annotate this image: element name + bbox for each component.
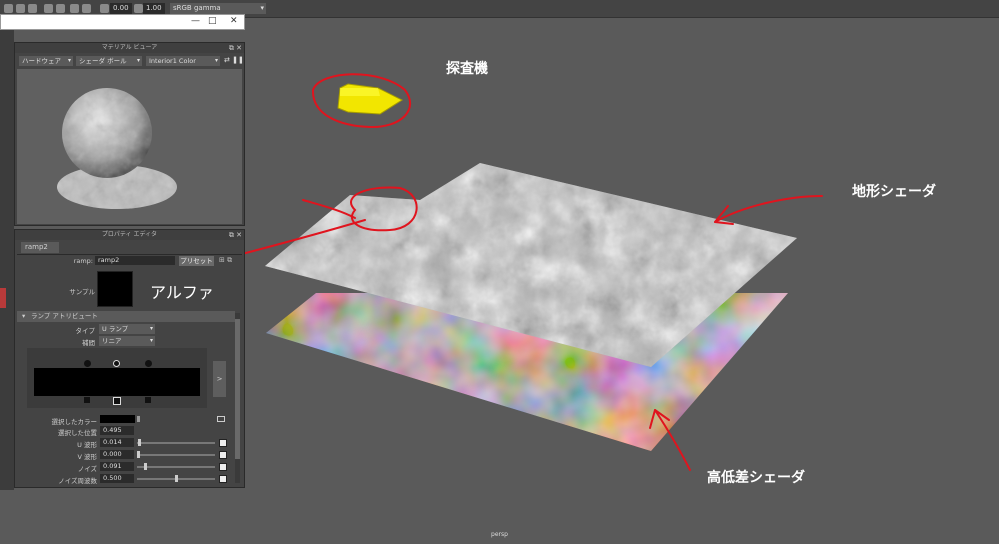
color-slider-handle[interactable]: [137, 416, 140, 422]
chevron-down-icon: ▾: [214, 57, 218, 64]
v-wave-label: V 波形: [77, 453, 97, 461]
ramp-handle-bottom[interactable]: [113, 397, 121, 405]
noise-frequency-map-icon[interactable]: [219, 475, 227, 483]
ramp-handle-top[interactable]: [145, 360, 152, 367]
close-icon[interactable]: ✕: [230, 16, 238, 26]
ramp-attributes-title: ランプ アトリビュート: [31, 312, 98, 320]
sample-swatch: [97, 271, 133, 307]
sample-label: サンプル: [69, 288, 95, 296]
window-titlebar: — □ ✕: [0, 14, 245, 30]
shader-ball-dropdown[interactable]: シェーダ ボール ▾: [76, 56, 142, 66]
interpolation-label: 補間: [82, 339, 95, 347]
alpha-label: アルファ: [150, 283, 214, 302]
chevron-down-icon: ▾: [149, 337, 153, 344]
interpolation-value: リニア: [102, 337, 122, 345]
ramp-handle-top[interactable]: [113, 360, 120, 367]
material-viewer-panel: マテリアル ビューア ⧉ ✕ ハードウェア ▾ シェーダ ボール ▾ Interio…: [14, 42, 245, 226]
chevron-down-icon: ▾: [136, 57, 140, 64]
ramp-attributes-header[interactable]: ▾ ランプ アトリビュート: [17, 311, 235, 322]
selected-color-label: 選択したカラー: [51, 418, 98, 426]
material-viewer-title-text: マテリアル ビューア: [101, 44, 158, 51]
terrain-arrow-line: [714, 195, 823, 223]
node-tools-icon[interactable]: ⊞ ⧉: [219, 256, 232, 265]
camera-label: persp: [491, 531, 508, 538]
u-wave-map-icon[interactable]: [219, 439, 227, 447]
play-pause-icon[interactable]: ⇄ ❚❚: [224, 56, 244, 64]
noise-field[interactable]: 0.091: [100, 462, 134, 471]
u-wave-label: U 波形: [77, 441, 97, 449]
noise-map-icon[interactable]: [219, 463, 227, 471]
noise-frequency-label: ノイズ周波数: [58, 477, 97, 485]
noise-slider[interactable]: [137, 466, 215, 468]
v-wave-slider-knob[interactable]: [137, 451, 140, 458]
shader-preview: [17, 69, 242, 224]
maximize-icon[interactable]: □: [208, 16, 217, 26]
v-wave-field[interactable]: 0.000: [100, 450, 134, 459]
noise-frequency-slider-knob[interactable]: [175, 475, 178, 482]
selected-color-swatch[interactable]: [100, 415, 135, 423]
terrain-shader-label: 地形シェーダ: [852, 184, 936, 200]
minimize-icon[interactable]: —: [191, 16, 200, 26]
ramp-handle-top[interactable]: [84, 360, 91, 367]
scrollbar-thumb[interactable]: [235, 319, 240, 459]
panel-close-icon[interactable]: ⧉ ✕: [229, 230, 242, 240]
ramp-expand-button[interactable]: >: [213, 361, 226, 397]
scrollbar[interactable]: [235, 313, 240, 483]
interpolation-dropdown[interactable]: リニア ▾: [99, 336, 155, 346]
height-shader-label: 高低差シェーダ: [707, 470, 805, 486]
node-name-field[interactable]: ramp2: [95, 256, 175, 265]
tab-ramp2-label: ramp2: [25, 243, 48, 251]
probe-object[interactable]: [337, 83, 404, 115]
collapse-triangle-icon: ▾: [22, 312, 26, 320]
property-editor-title-text: プロパティ エディタ: [101, 231, 158, 238]
side-toolbar: [0, 30, 14, 490]
probe-label: 探査機: [446, 61, 488, 77]
tab-divider: [17, 254, 242, 255]
ramp-gradient[interactable]: [34, 368, 200, 396]
panel-close-icon[interactable]: ⧉ ✕: [229, 43, 242, 53]
tab-ramp2[interactable]: ramp2: [21, 242, 59, 253]
ramp-handle-bottom[interactable]: [145, 397, 151, 403]
noise-label: ノイズ: [77, 465, 97, 473]
type-value: U ランプ: [102, 325, 129, 333]
property-editor-title: プロパティ エディタ ⧉ ✕: [15, 230, 244, 240]
type-dropdown[interactable]: U ランプ ▾: [99, 324, 155, 334]
chevron-down-icon: ▾: [67, 57, 71, 64]
material-dropdown[interactable]: Interior1 Color ▾: [146, 56, 220, 66]
ramp-handle-bottom[interactable]: [84, 397, 90, 403]
preset-button[interactable]: プリセット: [179, 256, 214, 266]
noise-frequency-field[interactable]: 0.500: [100, 474, 134, 483]
chevron-down-icon: ▾: [149, 325, 153, 332]
u-wave-field[interactable]: 0.014: [100, 438, 134, 447]
map-button-icon[interactable]: [217, 416, 225, 422]
property-editor-panel: プロパティ エディタ ⧉ ✕ ramp2 ramp: ramp2 プリセット ⊞…: [14, 229, 245, 488]
u-wave-slider-knob[interactable]: [138, 439, 141, 446]
shader-ball-value: シェーダ ボール: [79, 57, 127, 65]
noise-slider-knob[interactable]: [144, 463, 147, 470]
v-wave-map-icon[interactable]: [219, 451, 227, 459]
type-label: タイプ: [75, 327, 96, 335]
material-viewer-title: マテリアル ビューア ⧉ ✕: [15, 43, 244, 53]
selected-position-field[interactable]: 0.495: [100, 426, 134, 435]
v-wave-slider[interactable]: [137, 454, 215, 456]
ramp-editor[interactable]: [27, 348, 207, 408]
node-label: ramp:: [73, 257, 93, 265]
renderer-dropdown[interactable]: ハードウェア ▾: [19, 56, 73, 66]
renderer-value: ハードウェア: [22, 57, 61, 65]
u-wave-slider[interactable]: [137, 442, 215, 444]
material-value: Interior1 Color: [149, 57, 196, 65]
selected-position-label: 選択した位置: [58, 429, 97, 437]
red-marker: [0, 288, 6, 308]
